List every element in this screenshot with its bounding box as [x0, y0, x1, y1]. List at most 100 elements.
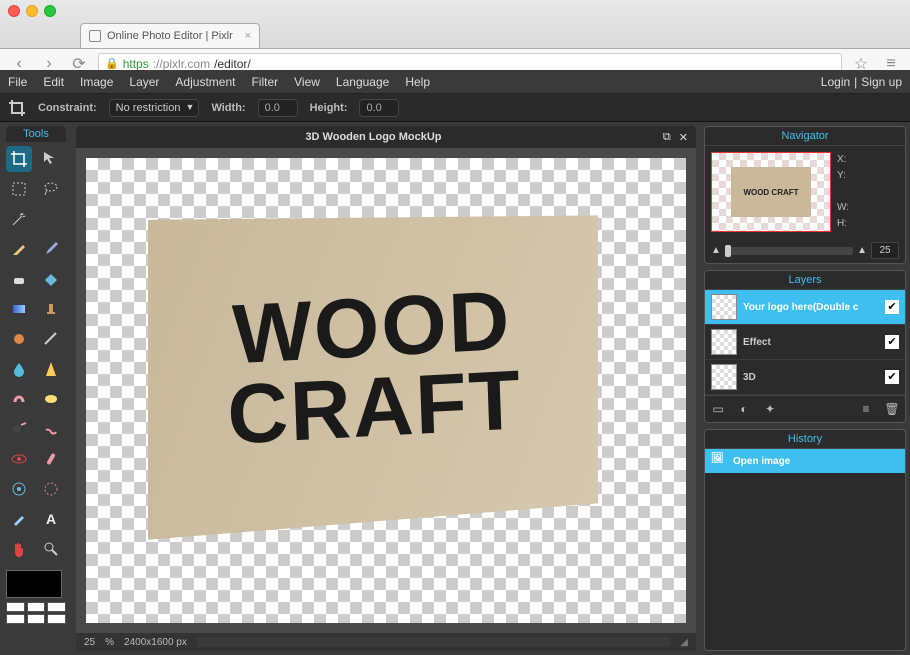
layer-row[interactable]: Effect ✔: [705, 325, 905, 360]
popout-icon[interactable]: ⧉: [663, 131, 671, 144]
horizontal-scrollbar[interactable]: [197, 637, 670, 647]
tool-red-eye[interactable]: [6, 446, 32, 472]
close-tab-icon[interactable]: ×: [245, 30, 251, 42]
layer-visibility-checkbox[interactable]: ✔: [885, 300, 899, 314]
layer-styles-icon[interactable]: ✦: [761, 400, 779, 418]
foreground-color-swatch[interactable]: [6, 570, 62, 598]
tools-panel-title: Tools: [6, 126, 66, 142]
tool-pinch[interactable]: [38, 476, 64, 502]
close-window-button[interactable]: [8, 5, 20, 17]
navigator-panel: Navigator WOOD CRAFT X: Y: W: H: ▲: [704, 126, 906, 264]
delete-layer-icon[interactable]: 🗑: [883, 400, 901, 418]
url-domain: ://pixlr.com: [153, 57, 210, 71]
layer-visibility-checkbox[interactable]: ✔: [885, 335, 899, 349]
tool-sharpen[interactable]: [38, 356, 64, 382]
height-input[interactable]: 0.0: [359, 99, 399, 117]
layer-thumb: [711, 329, 737, 355]
menu-help[interactable]: Help: [405, 75, 430, 89]
layer-visibility-checkbox[interactable]: ✔: [885, 370, 899, 384]
zoom-in-icon[interactable]: ▲: [857, 245, 867, 256]
favicon-icon: [89, 30, 101, 42]
tool-marquee[interactable]: [6, 176, 32, 202]
width-label: Width:: [211, 102, 245, 114]
tool-eraser[interactable]: [6, 266, 32, 292]
menubar: File Edit Image Layer Adjustment Filter …: [0, 70, 910, 94]
minimize-window-button[interactable]: [26, 5, 38, 17]
close-document-icon[interactable]: ✕: [679, 131, 688, 144]
resize-handle-icon[interactable]: ◢: [680, 637, 688, 648]
tool-zoom[interactable]: [38, 536, 64, 562]
browser-chrome: Online Photo Editor | Pixlr × ‹ › ⟳ 🔒 ht…: [0, 0, 910, 70]
menu-filter[interactable]: Filter: [251, 75, 278, 89]
navigator-title: Navigator: [705, 127, 905, 146]
constraint-select[interactable]: No restriction ▼: [109, 99, 200, 117]
tool-burn[interactable]: [38, 416, 64, 442]
menu-view[interactable]: View: [294, 75, 320, 89]
menu-image[interactable]: Image: [80, 75, 113, 89]
crop-tool-icon: [8, 99, 26, 117]
tool-dodge[interactable]: [6, 416, 32, 442]
layer-name: Your logo here(Double c: [743, 302, 879, 313]
browser-tab[interactable]: Online Photo Editor | Pixlr ×: [80, 23, 260, 48]
tool-brush[interactable]: [38, 236, 64, 262]
tool-draw[interactable]: [38, 326, 64, 352]
layer-mask-icon[interactable]: ◐: [735, 400, 753, 418]
history-item[interactable]: 🖼Open image: [705, 449, 905, 473]
tool-lasso[interactable]: [38, 176, 64, 202]
pixlr-app: File Edit Image Layer Adjustment Filter …: [0, 70, 910, 655]
tool-sponge[interactable]: [38, 386, 64, 412]
zoom-out-icon[interactable]: ▲: [711, 245, 721, 256]
zoom-value[interactable]: 25: [871, 242, 899, 259]
layer-row[interactable]: Your logo here(Double c ✔: [705, 290, 905, 325]
menu-layer[interactable]: Layer: [129, 75, 159, 89]
new-layer-icon[interactable]: ▭: [709, 400, 727, 418]
url-scheme: https: [123, 57, 149, 71]
canvas-dimensions: 2400x1600 px: [124, 637, 187, 648]
menu-file[interactable]: File: [8, 75, 27, 89]
navigator-thumbnail[interactable]: WOOD CRAFT: [711, 152, 831, 232]
tool-pencil[interactable]: [6, 236, 32, 262]
tool-blur[interactable]: [6, 356, 32, 382]
layer-settings-icon[interactable]: ≡: [857, 400, 875, 418]
history-title: History: [705, 430, 905, 449]
tool-spot-heal[interactable]: [38, 446, 64, 472]
canvas-area: 3D Wooden Logo MockUp ⧉ ✕ WOODCRAFT 25 %…: [72, 122, 700, 655]
layer-name: Effect: [743, 337, 879, 348]
layer-thumb: [711, 294, 737, 320]
height-label: Height:: [310, 102, 348, 114]
layer-name: 3D: [743, 372, 879, 383]
layers-title: Layers: [705, 271, 905, 290]
svg-text:A: A: [46, 511, 56, 527]
login-link[interactable]: Login: [821, 75, 850, 89]
menu-language[interactable]: Language: [336, 75, 389, 89]
width-input[interactable]: 0.0: [258, 99, 298, 117]
tool-smudge[interactable]: [6, 386, 32, 412]
tool-clone-stamp[interactable]: [38, 296, 64, 322]
maximize-window-button[interactable]: [44, 5, 56, 17]
lock-icon: 🔒: [105, 57, 119, 70]
tool-crop[interactable]: [6, 146, 32, 172]
tool-move[interactable]: [38, 146, 64, 172]
menu-adjustment[interactable]: Adjustment: [175, 75, 235, 89]
url-path: /editor/: [214, 57, 251, 71]
signup-link[interactable]: Sign up: [861, 75, 902, 89]
tool-type[interactable]: A: [38, 506, 64, 532]
zoom-slider[interactable]: [725, 247, 853, 255]
color-swatches[interactable]: [6, 602, 66, 624]
canvas-viewport[interactable]: WOODCRAFT: [76, 148, 696, 633]
tool-hand[interactable]: [6, 536, 32, 562]
tool-paint-bucket[interactable]: [38, 266, 64, 292]
menu-edit[interactable]: Edit: [43, 75, 64, 89]
layer-actions: ▭ ◐ ✦ ≡ 🗑: [705, 395, 905, 422]
tool-gradient[interactable]: [6, 296, 32, 322]
layer-row[interactable]: 3D ✔: [705, 360, 905, 395]
canvas-statusbar: 25 % 2400x1600 px ◢: [76, 633, 696, 651]
canvas-titlebar: 3D Wooden Logo MockUp ⧉ ✕: [76, 126, 696, 148]
divider: |: [854, 75, 857, 89]
tool-bloat[interactable]: [6, 476, 32, 502]
tool-wand[interactable]: [6, 206, 32, 232]
tools-panel: Tools: [0, 122, 72, 655]
tool-color-replace[interactable]: [6, 326, 32, 352]
tool-color-picker[interactable]: [6, 506, 32, 532]
zoom-percent: 25: [84, 637, 95, 648]
